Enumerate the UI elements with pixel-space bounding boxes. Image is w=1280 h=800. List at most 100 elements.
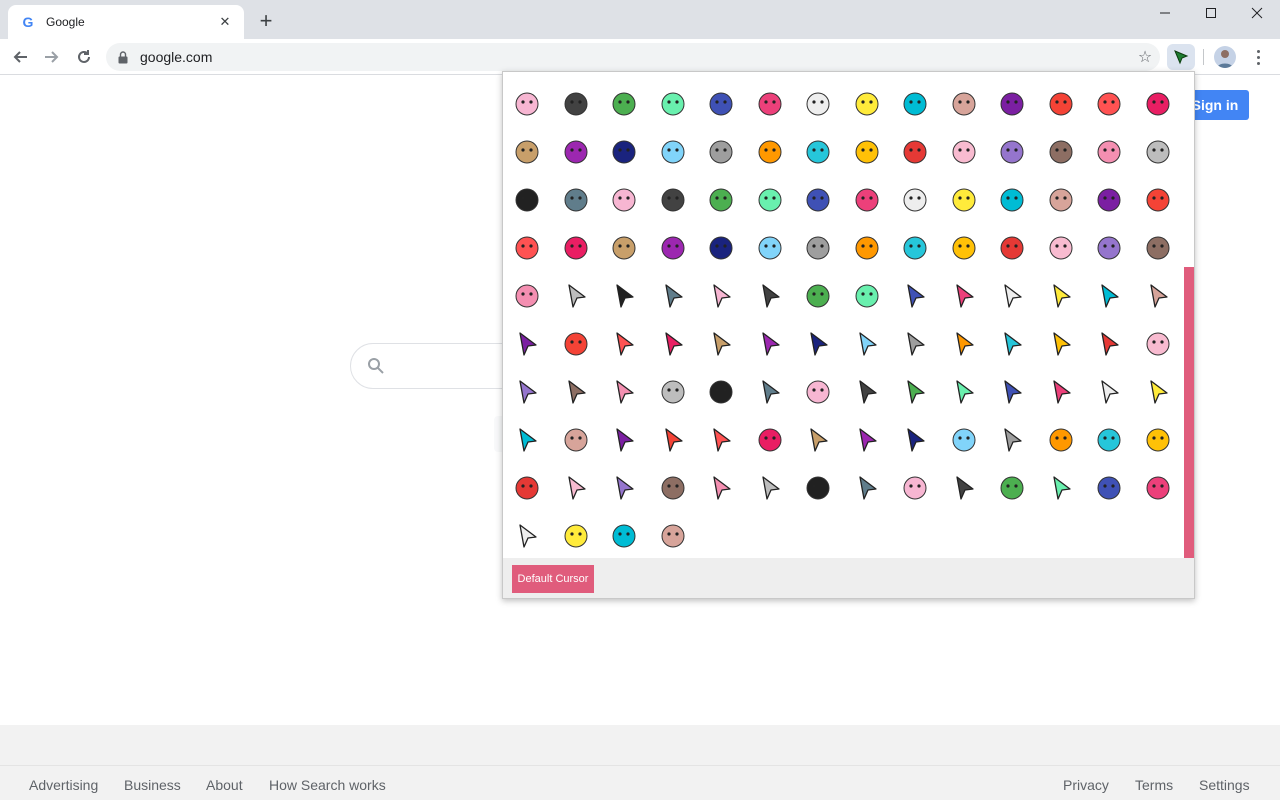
checker-arrow-icon[interactable] [940, 320, 988, 368]
lightning-icon[interactable] [1085, 464, 1133, 512]
light-blue-arrow-icon[interactable] [552, 368, 600, 416]
black-arrow-2-icon[interactable] [1037, 464, 1085, 512]
rainbow-pinwheel-icon[interactable] [552, 512, 600, 560]
blue-crystal-icon[interactable] [988, 464, 1036, 512]
reload-icon[interactable] [70, 43, 98, 71]
bunny-icon[interactable] [1085, 80, 1133, 128]
candy-cane-icon[interactable] [1085, 224, 1133, 272]
penguin-icon[interactable] [891, 224, 939, 272]
heart-sweet-icon[interactable] [940, 176, 988, 224]
white-ghost-icon[interactable] [552, 176, 600, 224]
ice-arrow-icon[interactable] [988, 416, 1036, 464]
glove-hand-icon[interactable] [552, 320, 600, 368]
blue-purple-arrow-icon[interactable] [503, 512, 551, 560]
unicorn-rainbow-icon[interactable] [1134, 176, 1182, 224]
gray-arrow-icon[interactable] [697, 272, 745, 320]
rocket-arrow-icon[interactable] [746, 272, 794, 320]
sword-icon[interactable] [649, 416, 697, 464]
violet-arrow-icon[interactable] [746, 464, 794, 512]
red-ghost-icon[interactable] [697, 128, 745, 176]
dinosaur-icon[interactable] [794, 368, 842, 416]
dagger-icon[interactable] [1037, 272, 1085, 320]
pink-outline-arrow-icon[interactable] [1085, 368, 1133, 416]
crosshair-icon[interactable] [1085, 272, 1133, 320]
totoro-icon[interactable] [1037, 176, 1085, 224]
browser-menu-icon[interactable] [1249, 45, 1267, 69]
ghost-small-icon[interactable] [1037, 128, 1085, 176]
default-cursor-button[interactable]: Default Cursor [512, 565, 594, 593]
minimize-icon[interactable] [1142, 0, 1188, 26]
blue-arrow-icon[interactable] [988, 320, 1036, 368]
scrollbar-thumb[interactable] [1184, 267, 1194, 558]
unicorn-pink-icon[interactable] [1085, 176, 1133, 224]
skull-donut-icon[interactable] [697, 80, 745, 128]
maximize-icon[interactable] [1188, 0, 1234, 26]
white-3d-arrow-icon[interactable] [843, 464, 891, 512]
white-dog-icon[interactable] [697, 176, 745, 224]
purple-egg-icon[interactable] [988, 80, 1036, 128]
cat-icon[interactable] [988, 176, 1036, 224]
dark-arrow-2-icon[interactable] [600, 416, 648, 464]
smiley-icon[interactable] [1134, 128, 1182, 176]
galaxy-arrow-icon[interactable] [1134, 368, 1182, 416]
star-arrow-icon[interactable] [1037, 320, 1085, 368]
rainbow-arrow-icon[interactable] [988, 368, 1036, 416]
ghost-tongue-icon[interactable] [600, 176, 648, 224]
white-arrow-2-icon[interactable] [891, 320, 939, 368]
green-bunny-icon[interactable] [940, 224, 988, 272]
bat-icon[interactable] [794, 128, 842, 176]
wave-icon[interactable] [1134, 416, 1182, 464]
rainbow-skull-icon[interactable] [600, 128, 648, 176]
biohazard-icon[interactable] [1037, 416, 1085, 464]
puppy-icon[interactable] [891, 80, 939, 128]
footer-link-how-search-works[interactable]: How Search works [269, 777, 386, 793]
dark-arrow-icon[interactable] [794, 320, 842, 368]
black-pink-arrow-icon[interactable] [746, 368, 794, 416]
yellow-blob-icon[interactable] [503, 272, 551, 320]
grin-face-icon[interactable] [503, 176, 551, 224]
candy-icon[interactable] [552, 80, 600, 128]
devil-cat-icon[interactable] [746, 128, 794, 176]
white-bird-icon[interactable] [600, 224, 648, 272]
coral-arrow-icon[interactable] [746, 320, 794, 368]
cursor-extension-icon[interactable] [1167, 44, 1195, 70]
aqua-arrow-icon[interactable] [940, 464, 988, 512]
lavender-arrow-icon[interactable] [1085, 320, 1133, 368]
white-arrow-icon[interactable] [649, 320, 697, 368]
sage-arrow-icon[interactable] [1037, 368, 1085, 416]
footer-link-terms[interactable]: Terms [1135, 777, 1173, 793]
tab-close-icon[interactable]: ✕ [216, 13, 234, 31]
telescope-icon[interactable] [697, 368, 745, 416]
stick-icon[interactable] [940, 272, 988, 320]
footer-link-about[interactable]: About [206, 777, 243, 793]
close-window-icon[interactable] [1234, 0, 1280, 26]
unicorn-head-icon[interactable] [503, 224, 551, 272]
rainbow-face-icon[interactable] [1134, 80, 1182, 128]
navy-arrow-icon[interactable] [552, 272, 600, 320]
green-arrow-icon[interactable] [891, 416, 939, 464]
traffic-cone-icon[interactable] [503, 464, 551, 512]
panda-face-icon[interactable] [843, 128, 891, 176]
black-soot-icon[interactable] [843, 176, 891, 224]
birthday-cake-icon[interactable] [1134, 224, 1182, 272]
gray-arrow-2-icon[interactable] [843, 320, 891, 368]
panda-icon[interactable] [843, 80, 891, 128]
feather-icon[interactable] [746, 416, 794, 464]
black-arrow-icon[interactable] [503, 320, 551, 368]
gold-arrow-icon[interactable] [843, 416, 891, 464]
red-dot-icon[interactable] [649, 368, 697, 416]
outline-arrow-icon[interactable] [1134, 272, 1182, 320]
red-arrow-icon[interactable] [891, 272, 939, 320]
cloud-icon[interactable] [891, 464, 939, 512]
green-glitter-arrow-icon[interactable] [891, 368, 939, 416]
pink-unicorn-icon[interactable] [746, 80, 794, 128]
pink-feather-icon[interactable] [552, 224, 600, 272]
tab-google[interactable]: G Google ✕ [8, 5, 244, 39]
raccoon-icon[interactable] [746, 224, 794, 272]
hamster-icon[interactable] [940, 80, 988, 128]
address-bar[interactable]: google.com ☆ [106, 43, 1160, 71]
gradient-arrow-icon[interactable] [697, 320, 745, 368]
pixel-arrow-icon[interactable] [843, 368, 891, 416]
pig-icon[interactable] [600, 80, 648, 128]
beige-arrow-icon[interactable] [988, 272, 1036, 320]
